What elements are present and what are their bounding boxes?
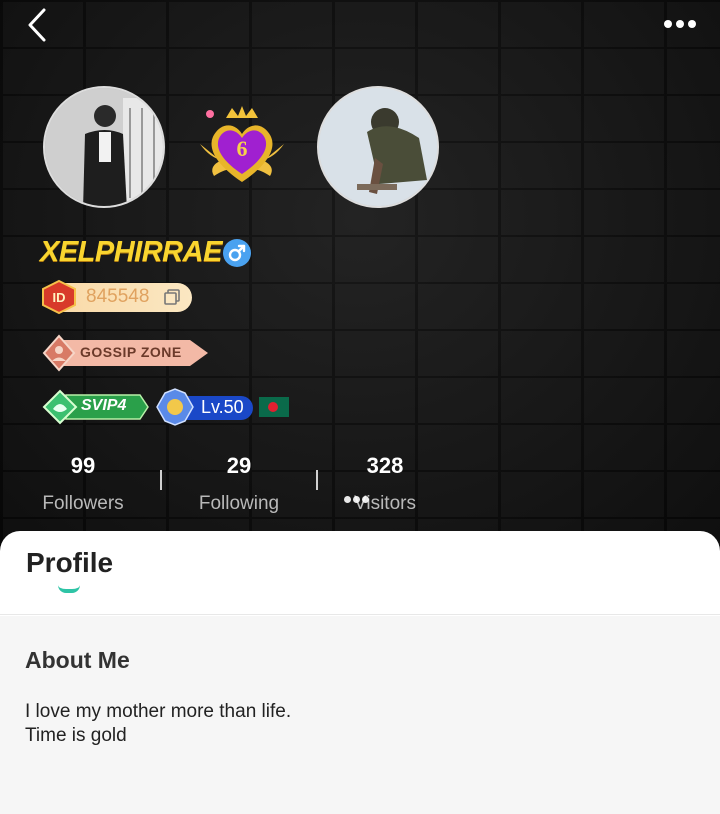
followers-count: 99: [70, 453, 96, 478]
profile-sheet: Profile About Me I love my mother more t…: [0, 531, 720, 814]
person-photo-icon: [45, 88, 163, 206]
person-photo-icon: [319, 88, 437, 206]
level-frame-badge: 6: [196, 104, 288, 188]
followers-label: Followers: [42, 493, 124, 514]
about-me-section: About Me I love my mother more than life…: [0, 616, 720, 814]
loading-dots-icon: [344, 490, 371, 508]
about-me-title: About Me: [25, 647, 130, 673]
profile-avatar[interactable]: [43, 86, 165, 208]
stat-divider: [316, 470, 318, 490]
following-stat[interactable]: 29 Following: [184, 453, 294, 515]
back-button[interactable]: [22, 6, 56, 44]
about-me-line: I love my mother more than life.: [25, 701, 292, 722]
stat-divider: [160, 470, 162, 490]
more-horizontal-icon: [664, 20, 696, 28]
username: XELPHIRRAE: [40, 236, 222, 268]
id-medal-icon: ID: [39, 279, 79, 315]
user-id-number: 845548: [86, 286, 150, 307]
heart-crown-icon: 6: [200, 106, 284, 182]
following-label: Following: [198, 493, 280, 514]
gossip-zone-label: GOSSIP ZONE: [80, 344, 182, 360]
followers-stat[interactable]: 99 Followers: [28, 453, 138, 515]
following-count: 29: [226, 453, 252, 478]
tab-bar: Profile: [0, 531, 720, 615]
visitors-count: 328: [366, 453, 404, 478]
companion-avatar[interactable]: [317, 86, 439, 208]
tab-profile[interactable]: Profile: [26, 547, 113, 579]
bangladesh-flag-icon: [259, 397, 289, 417]
chevron-left-icon: [28, 8, 46, 42]
more-options-button[interactable]: [660, 14, 700, 34]
svip-label: SVIP4: [81, 397, 127, 414]
male-icon: [223, 239, 251, 267]
copy-icon[interactable]: [163, 288, 181, 306]
tab-active-indicator: [58, 585, 80, 593]
frame-level-text: 6: [237, 136, 248, 161]
about-me-line: Time is gold: [25, 725, 127, 746]
level-label: Lv.50: [201, 397, 244, 417]
id-medal-label: ID: [53, 290, 66, 305]
